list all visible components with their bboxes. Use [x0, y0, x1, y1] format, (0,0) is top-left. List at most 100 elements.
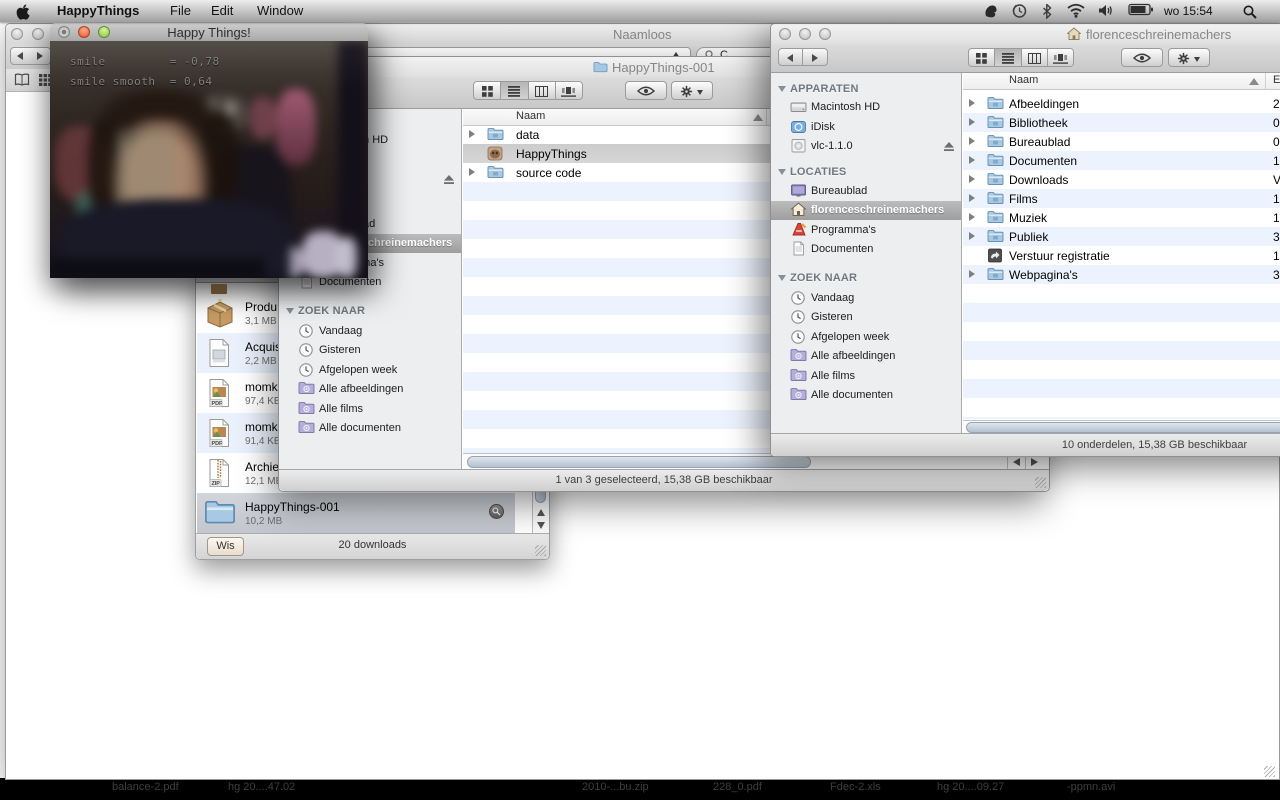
wifi-icon[interactable]: [1066, 3, 1086, 19]
disclosure-triangle-icon[interactable]: [969, 137, 975, 145]
minimize-button[interactable]: [32, 28, 44, 40]
list-view-button[interactable]: [995, 49, 1021, 66]
desktop-file-label[interactable]: 2010-...bu.zip: [582, 781, 649, 793]
column-view-button[interactable]: [1022, 49, 1048, 66]
scroll-up-arrow[interactable]: [537, 509, 545, 516]
file-row-downloads[interactable]: DownloadsV: [963, 170, 1280, 189]
list-view-button[interactable]: [501, 82, 528, 99]
quick-look-button[interactable]: [1121, 48, 1163, 67]
icon-view-button[interactable]: [969, 49, 995, 66]
browser-resize-grip[interactable]: [1264, 766, 1275, 777]
close-button[interactable]: [779, 28, 791, 40]
scrollbar-thumb[interactable]: [467, 456, 811, 468]
sidebar-item-afgelopen-week[interactable]: Afgelopen week: [771, 328, 961, 347]
proxy-home-icon[interactable]: [1067, 27, 1081, 41]
disclosure-triangle-icon[interactable]: [778, 169, 786, 175]
sidebar-section-search[interactable]: ZOEK NAAR: [771, 271, 961, 285]
action-button[interactable]: [671, 81, 713, 100]
disclosure-triangle-icon[interactable]: [969, 213, 975, 221]
coverflow-view-button[interactable]: [556, 82, 582, 99]
file-row-bibliotheek[interactable]: Bibliotheek0: [963, 113, 1280, 132]
sidebar-item-gisteren[interactable]: Gisteren: [279, 341, 461, 360]
close-button[interactable]: [11, 28, 23, 40]
bluetooth-icon[interactable]: [1042, 3, 1052, 19]
reveal-in-finder-button[interactable]: [489, 504, 504, 519]
time-machine-icon[interactable]: [1011, 3, 1028, 19]
file-row-publiek[interactable]: Publiek3: [963, 227, 1280, 246]
sidebar-item-gisteren[interactable]: Gisteren: [771, 308, 961, 327]
disclosure-triangle-icon[interactable]: [969, 175, 975, 183]
file-row-bureaublad[interactable]: Bureaublad0: [963, 132, 1280, 151]
input-source-icon[interactable]: [983, 3, 999, 19]
download-item-happythings-001[interactable]: HappyThings-00110,2 MB: [197, 493, 515, 533]
desktop-file-label[interactable]: -ppmn.avi: [1067, 781, 1115, 793]
disclosure-triangle-icon[interactable]: [969, 99, 975, 107]
menu-clock[interactable]: wo 15:54: [1164, 3, 1213, 19]
file-row-afbeeldingen[interactable]: Afbeeldingen2: [963, 94, 1280, 113]
disclosure-triangle-icon[interactable]: [969, 156, 975, 164]
desktop-file-label[interactable]: balance-2.pdf: [112, 781, 179, 793]
back-button[interactable]: [778, 48, 803, 66]
desktop-file-label[interactable]: hg 20....47.02: [228, 781, 295, 793]
disclosure-triangle-icon[interactable]: [969, 194, 975, 202]
spotlight-icon[interactable]: [1243, 4, 1257, 20]
scroll-left-arrow[interactable]: [1013, 458, 1020, 466]
sidebar-item-florenceschreinemachers[interactable]: florenceschreinemachers: [771, 201, 961, 220]
sidebar-item-afgelopen-week[interactable]: Afgelopen week: [279, 361, 461, 380]
sidebar-item-alle-afbeeldingen[interactable]: Alle afbeeldingen: [279, 380, 461, 399]
scroll-right-arrow[interactable]: [1031, 458, 1038, 466]
disclosure-triangle-icon[interactable]: [469, 130, 475, 138]
forward-button[interactable]: [803, 48, 828, 66]
sidebar-item-bureaublad[interactable]: Bureaublad: [771, 182, 961, 201]
sidebar-item-alle-documenten[interactable]: Alle documenten: [279, 419, 461, 438]
file-row-verstuur-registratie[interactable]: Verstuur registratie1: [963, 246, 1280, 265]
disclosure-triangle-icon[interactable]: [778, 275, 786, 281]
menu-file[interactable]: File: [170, 3, 191, 19]
downloads-resize-grip[interactable]: [535, 545, 546, 556]
sidebar-item-programma-s[interactable]: Programma's: [771, 221, 961, 240]
sidebar-item-alle-films[interactable]: Alle films: [279, 400, 461, 419]
sidebar-section-places[interactable]: LOCATIES: [771, 165, 961, 179]
eject-icon[interactable]: [443, 174, 455, 185]
sidebar-item-documenten[interactable]: Documenten: [771, 240, 961, 259]
sidebar-item-alle-afbeeldingen[interactable]: Alle afbeeldingen: [771, 347, 961, 366]
sidebar-item-alle-documenten[interactable]: Alle documenten: [771, 386, 961, 405]
desktop-file-label[interactable]: hg 20....09.27: [937, 781, 1004, 793]
desktop-file-label[interactable]: Fdec-2.xls: [830, 781, 881, 793]
disclosure-triangle-icon[interactable]: [969, 232, 975, 240]
quick-look-button[interactable]: [625, 81, 667, 100]
disclosure-triangle-icon[interactable]: [469, 168, 475, 176]
eject-icon[interactable]: [943, 141, 955, 152]
icon-view-button[interactable]: [474, 82, 501, 99]
disclosure-triangle-icon[interactable]: [969, 118, 975, 126]
coverflow-view-button[interactable]: [1048, 49, 1073, 66]
desktop-file-label[interactable]: 228_0.pdf: [713, 781, 762, 793]
sidebar-item-macintosh-hd[interactable]: Macintosh HD: [771, 98, 961, 117]
finder-resize-grip[interactable]: [1035, 477, 1046, 488]
zoom-button[interactable]: [819, 28, 831, 40]
proxy-folder-icon[interactable]: [593, 61, 608, 73]
sidebar-item-alle-films[interactable]: Alle films: [771, 367, 961, 386]
forward-button[interactable]: [30, 47, 51, 65]
scrollbar-thumb[interactable]: [966, 422, 1280, 433]
file-row-films[interactable]: Films1: [963, 189, 1280, 208]
column-header[interactable]: Naam E: [963, 72, 1280, 90]
file-row-documenten[interactable]: Documenten1: [963, 151, 1280, 170]
disclosure-triangle-icon[interactable]: [286, 308, 294, 314]
menu-window[interactable]: Window: [257, 3, 303, 19]
sidebar-section-search[interactable]: ZOEK NAAR: [279, 304, 461, 318]
disclosure-triangle-icon[interactable]: [969, 270, 975, 278]
apple-menu-icon[interactable]: [16, 4, 30, 20]
sidebar-item-vandaag[interactable]: Vandaag: [771, 289, 961, 308]
battery-icon[interactable]: [1128, 3, 1153, 19]
sidebar-section-devices[interactable]: APPARATEN: [771, 82, 961, 96]
column-view-button[interactable]: [529, 82, 556, 99]
sidebar-item-vandaag[interactable]: Vandaag: [279, 322, 461, 341]
bookmarks-icon[interactable]: [14, 73, 30, 87]
action-button[interactable]: [1168, 48, 1210, 67]
file-row-webpagina-s[interactable]: Webpagina's3: [963, 265, 1280, 284]
menu-app-name[interactable]: HappyThings: [57, 3, 139, 19]
sidebar-item-idisk[interactable]: iDisk: [771, 118, 961, 137]
sidebar-item-vlc-1-1-0[interactable]: vlc-1.1.0: [771, 137, 961, 156]
disclosure-triangle-icon[interactable]: [778, 86, 786, 92]
